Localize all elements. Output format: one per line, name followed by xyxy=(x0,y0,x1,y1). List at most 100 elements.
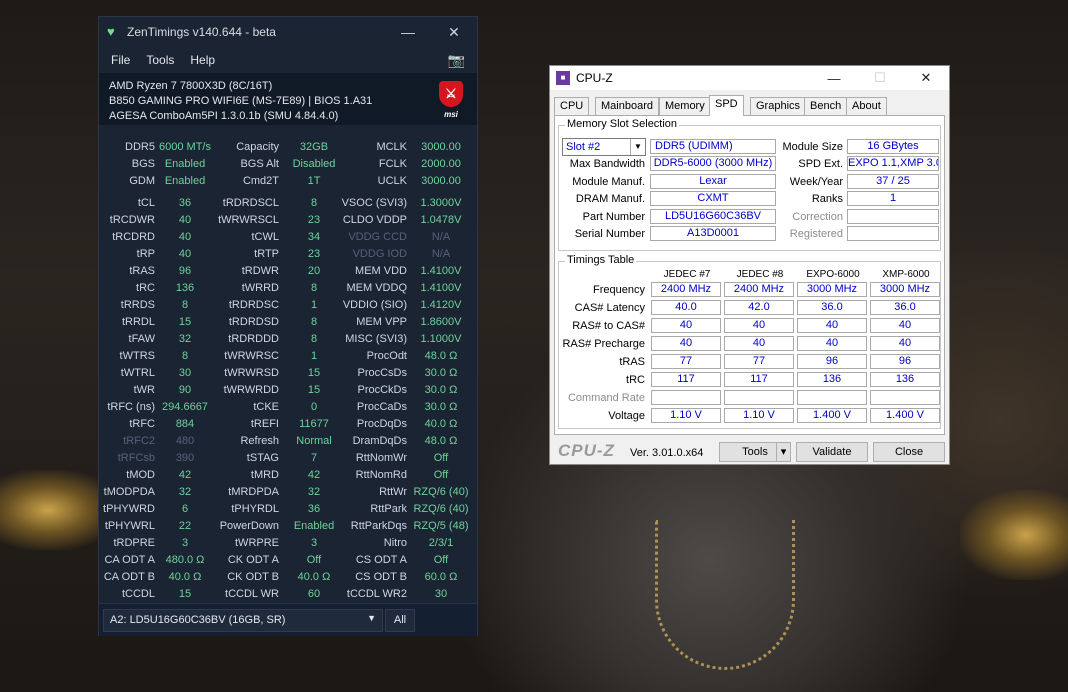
timing-cell: 40 xyxy=(797,318,867,333)
timing-label: Cmd2T xyxy=(242,175,279,187)
timing-row: BGS Enabled BGS Alt Disabled FCLK 2000.00 xyxy=(99,156,477,173)
tab-cpu[interactable]: CPU xyxy=(554,97,590,115)
timing-value: 40 xyxy=(178,231,192,243)
timing-value: 884 xyxy=(175,418,195,430)
timing-cell xyxy=(797,390,867,405)
timing-row: tRRDS 8 tRDRDSC 1 VDDIO (SIO) 1.4120V xyxy=(99,297,477,314)
registered-value xyxy=(847,226,939,241)
timing-value: 8 xyxy=(310,316,318,328)
spd-ext-label: SPD Ext. xyxy=(798,158,843,170)
agesa-version: AGESA ComboAm5PI 1.3.0.1b (SMU 4.84.4.0) xyxy=(109,110,339,122)
close-icon[interactable]: ✕ xyxy=(903,70,949,86)
zentimings-titlebar[interactable]: ♥ ZenTimings v140.644 - beta — ✕ xyxy=(99,17,477,47)
timing-row: tRFCsb 390 tSTAG 7 RttNomWr Off xyxy=(99,450,477,467)
timing-value: 60.0 Ω xyxy=(424,571,458,583)
timing-value: 1 xyxy=(310,350,318,362)
timing-cell: 40 xyxy=(870,318,940,333)
timing-label: tWRWRSD xyxy=(224,367,279,379)
timing-value: 15 xyxy=(178,588,192,600)
minimize-icon[interactable]: — xyxy=(811,71,857,86)
timing-row: tCL 36 tRDRDSCL 8 VSOC (SVI3) 1.3000V xyxy=(99,195,477,212)
timing-label: tRFC2 xyxy=(123,435,155,447)
spd-panel: Memory Slot Selection Slot #2 ▼ DDR5 (UD… xyxy=(554,115,945,435)
minimize-icon[interactable]: — xyxy=(385,24,431,40)
module-select[interactable]: A2: LD5U16G60C36BV (16GB, SR) ▼ xyxy=(103,609,383,632)
timing-label: tWRWRSC xyxy=(224,350,279,362)
timing-value: Enabled xyxy=(164,175,206,187)
timing-value: 480 xyxy=(175,435,195,447)
menu-file[interactable]: File xyxy=(111,53,130,67)
timing-label: RttParkDqs xyxy=(350,520,407,532)
timing-value: 1T xyxy=(307,175,321,187)
timing-cell: 2400 MHz xyxy=(651,282,721,297)
timing-value: Off xyxy=(306,554,322,566)
timing-value: 6 xyxy=(181,503,189,515)
timing-label: CLDO VDDP xyxy=(342,214,407,226)
timing-value: 40.0 Ω xyxy=(168,571,202,583)
part-number-label: Part Number xyxy=(582,211,645,223)
timing-label: MCLK xyxy=(376,141,407,153)
tab-memory[interactable]: Memory xyxy=(659,97,711,115)
menu-tools[interactable]: Tools xyxy=(146,53,174,67)
tab-bench[interactable]: Bench xyxy=(804,97,848,115)
timing-label: RttNomWr xyxy=(355,452,407,464)
bottom-bar: A2: LD5U16G60C36BV (16GB, SR) ▼ All xyxy=(99,603,477,636)
column-header: EXPO-6000 xyxy=(806,269,860,280)
slot-select[interactable]: Slot #2 ▼ xyxy=(562,138,646,156)
menu-help[interactable]: Help xyxy=(190,53,215,67)
slot-select-value: Slot #2 xyxy=(566,141,601,153)
zentimings-logo-icon: ♥ xyxy=(107,24,115,39)
timing-value: 3000.00 xyxy=(421,141,461,153)
timing-label: CA ODT A xyxy=(104,554,155,566)
max-bandwidth-label: Max Bandwidth xyxy=(569,158,645,170)
timing-label: tRCDWR xyxy=(109,214,155,226)
timing-label: tCCDL WR xyxy=(225,588,279,600)
timing-value: 20 xyxy=(307,265,321,277)
timing-row-label: RAS# to CAS# xyxy=(572,320,645,332)
serial-number-label: Serial Number xyxy=(574,228,645,240)
column-header: XMP-6000 xyxy=(882,269,930,280)
close-button[interactable]: Close xyxy=(873,442,945,462)
tab-mainboard[interactable]: Mainboard xyxy=(595,97,659,115)
timing-value: 1.4120V xyxy=(420,299,462,311)
section-legend: Memory Slot Selection xyxy=(565,118,680,130)
module-select-value: A2: LD5U16G60C36BV (16GB, SR) xyxy=(110,614,286,626)
ranks-value: 1 xyxy=(847,191,939,206)
timing-row: tMOD 42 tMRD 42 RttNomRd Off xyxy=(99,467,477,484)
menu-bar: File Tools Help 📷 xyxy=(99,47,477,73)
timing-cell: 36.0 xyxy=(870,300,940,315)
validate-button[interactable]: Validate xyxy=(796,442,868,462)
timing-value: 11677 xyxy=(299,418,329,430)
timing-label: tRFC (ns) xyxy=(107,401,155,413)
tab-about[interactable]: About xyxy=(846,97,887,115)
timing-label: tRC xyxy=(136,282,155,294)
motherboard-name: B850 GAMING PRO WIFI6E (MS-7E89) | BIOS … xyxy=(109,95,373,107)
timing-value: 22 xyxy=(178,520,192,532)
section-legend: Timings Table xyxy=(565,254,637,266)
timing-label: tMRDPDA xyxy=(228,486,279,498)
timing-row: tRCDRD 40 tCWL 34 VDDG CCD N/A xyxy=(99,229,477,246)
all-button[interactable]: All xyxy=(385,609,415,632)
camera-icon[interactable]: 📷 xyxy=(448,52,465,69)
tab-graphics[interactable]: Graphics xyxy=(750,97,807,115)
timing-label: tCL xyxy=(137,197,155,209)
max-bandwidth-value: DDR5-6000 (3000 MHz) xyxy=(650,156,776,171)
timing-label: tRFC xyxy=(129,418,155,430)
timing-value: 36 xyxy=(178,197,192,209)
timing-label: CA ODT B xyxy=(103,571,155,583)
timing-label: ProcDqDs xyxy=(356,418,407,430)
timing-cell: 40 xyxy=(651,336,721,351)
week-year-label: Week/Year xyxy=(789,176,843,188)
tab-spd[interactable]: SPD xyxy=(709,95,744,116)
dram-manuf-label: DRAM Manuf. xyxy=(575,193,645,205)
memory-slot-section: Memory Slot Selection Slot #2 ▼ DDR5 (UD… xyxy=(558,118,941,251)
tools-dropdown-icon[interactable]: ▾ xyxy=(776,442,791,462)
timing-label: VSOC (SVI3) xyxy=(341,197,407,209)
timing-label: tRRDS xyxy=(120,299,155,311)
timing-label: tRTP xyxy=(254,248,279,260)
cpuz-app-icon: ■ xyxy=(556,71,570,85)
timing-value: Off xyxy=(433,554,449,566)
cpuz-titlebar[interactable]: ■ CPU-Z — ☐ ✕ xyxy=(550,66,949,90)
cpuz-footer: CPU-Z Ver. 3.01.0.x64 Tools ▾ Validate C… xyxy=(550,438,949,464)
close-icon[interactable]: ✕ xyxy=(431,24,477,41)
